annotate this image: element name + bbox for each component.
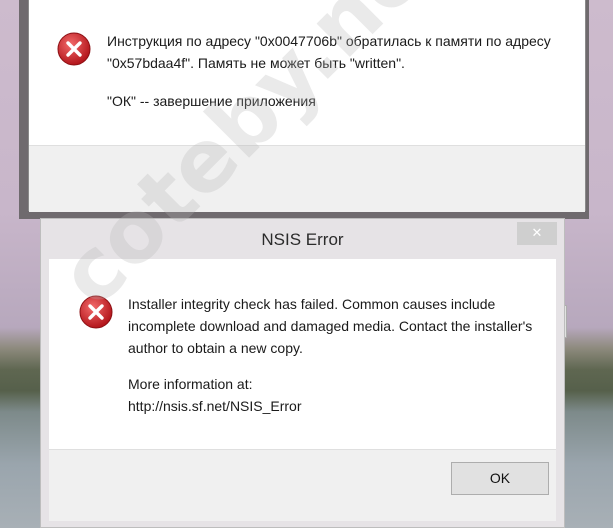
memory-error-dialog: Инструкция по адресу "0x0047706b" обрати… bbox=[28, 0, 586, 338]
ok-button[interactable]: OK bbox=[451, 462, 549, 495]
dialog-title: NSIS Error bbox=[261, 230, 344, 249]
nsis-error-dialog: NSIS Error ✕ Installer integrity check h… bbox=[40, 218, 565, 528]
error-message: Installer integrity check has failed. Co… bbox=[128, 296, 533, 356]
dialog-client: Installer integrity check has failed. Co… bbox=[49, 259, 556, 521]
dialog-footer: OK bbox=[49, 449, 556, 521]
error-icon bbox=[57, 32, 91, 66]
dialog-footer: OK bbox=[29, 145, 585, 338]
error-message: Инструкция по адресу "0x0047706b" обрати… bbox=[107, 33, 551, 71]
error-hint: "ОК" -- завершение приложения bbox=[107, 93, 316, 109]
title-bar[interactable]: NSIS Error ✕ bbox=[41, 219, 564, 259]
close-button[interactable]: ✕ bbox=[517, 222, 557, 245]
more-info-text: More information at: http://nsis.sf.net/… bbox=[128, 376, 302, 414]
error-icon bbox=[79, 295, 113, 329]
dialog-body: Инструкция по адресу "0x0047706b" обрати… bbox=[29, 0, 585, 145]
dialog-body: Installer integrity check has failed. Co… bbox=[49, 259, 556, 449]
